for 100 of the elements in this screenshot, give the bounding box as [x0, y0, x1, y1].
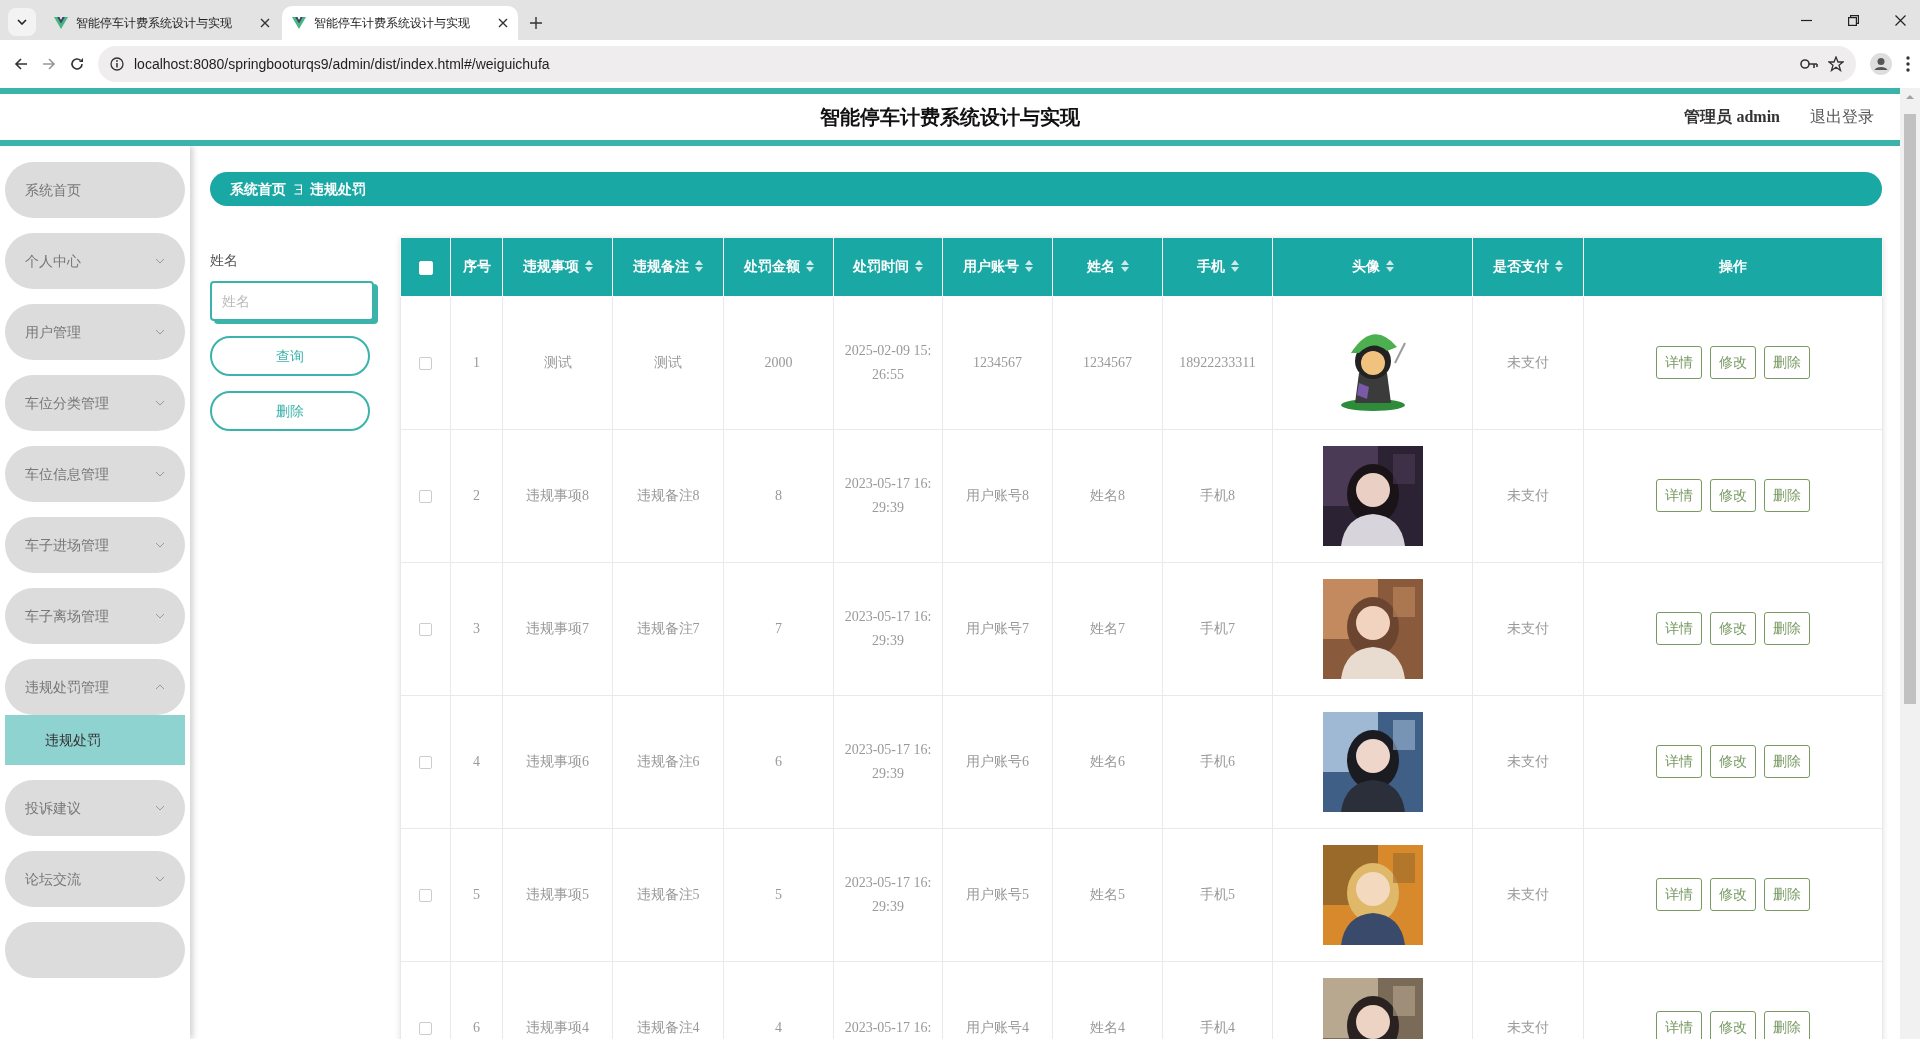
sidebar-item[interactable]: 投诉建议 — [5, 780, 185, 836]
sidebar-item[interactable]: 用户管理 — [5, 304, 185, 360]
info-icon[interactable] — [110, 57, 124, 71]
column-header[interactable]: 头像 — [1272, 238, 1473, 296]
action-button[interactable]: 删除 — [1764, 478, 1810, 513]
table-cell: 手机6 — [1162, 695, 1273, 828]
action-button[interactable]: 删除 — [1764, 1010, 1810, 1039]
sidebar-item[interactable]: 车位信息管理 — [5, 446, 185, 502]
select-all-checkbox[interactable] — [418, 260, 433, 275]
forward-icon[interactable] — [42, 57, 56, 71]
action-button[interactable]: 修改 — [1710, 1010, 1756, 1039]
sidebar-item[interactable]: 车子离场管理 — [5, 588, 185, 644]
sort-icon[interactable] — [1120, 260, 1129, 273]
payment-status: 未支付 — [1472, 429, 1584, 562]
address-bar[interactable]: localhost:8080/springbooturqs9/admin/dist/index.html#/weiguichufa — [98, 46, 1856, 82]
action-button[interactable]: 详情 — [1656, 611, 1702, 646]
payment-status: 未支付 — [1472, 695, 1584, 828]
star-icon[interactable] — [1828, 56, 1844, 72]
table-cell: 2023-05-17 16:29:39 — [833, 828, 943, 961]
sort-icon[interactable] — [1024, 260, 1033, 273]
column-header: 操作 — [1583, 238, 1883, 296]
sort-icon[interactable] — [915, 260, 923, 273]
back-icon[interactable] — [14, 57, 28, 71]
sort-icon[interactable] — [1555, 260, 1563, 273]
action-button[interactable]: 删除 — [1764, 877, 1810, 912]
row-checkbox[interactable] — [419, 888, 432, 902]
table-cell: 7 — [723, 562, 834, 695]
action-button[interactable]: 详情 — [1656, 345, 1702, 380]
column-header[interactable]: 处罚金额 — [723, 238, 834, 296]
action-button[interactable]: 删除 — [210, 391, 370, 431]
column-header[interactable]: 是否支付 — [1472, 238, 1584, 296]
sort-icon[interactable] — [695, 260, 703, 273]
row-checkbox[interactable] — [419, 489, 432, 503]
sidebar-item[interactable]: 车子进场管理 — [5, 517, 185, 573]
column-header[interactable]: 用户账号 — [942, 238, 1053, 296]
row-checkbox[interactable] — [419, 1021, 432, 1035]
browser-tab[interactable]: 智能停车计费系统设计与实现 — [44, 6, 280, 40]
table-cell: 用户账号7 — [942, 562, 1053, 695]
action-button[interactable]: 删除 — [1764, 611, 1810, 646]
table-cell: 违规备注6 — [612, 695, 724, 828]
action-button[interactable]: 详情 — [1656, 1010, 1702, 1039]
action-button[interactable]: 查询 — [210, 336, 370, 376]
action-button[interactable]: 修改 — [1710, 345, 1756, 380]
column-header[interactable]: 违规备注 — [612, 238, 724, 296]
action-button[interactable]: 修改 — [1710, 877, 1756, 912]
table-cell: 3 — [450, 562, 503, 695]
breadcrumb-item[interactable]: 系统首页 — [230, 178, 286, 200]
scroll-up-icon[interactable] — [1905, 94, 1915, 100]
logo-icon — [54, 17, 68, 29]
action-button[interactable]: 删除 — [1764, 744, 1810, 779]
close-icon[interactable] — [1895, 14, 1906, 26]
table-cell: 测试 — [612, 296, 724, 429]
table-cell: 5 — [450, 828, 503, 961]
column-header[interactable]: 手机 — [1162, 238, 1273, 296]
payment-status: 未支付 — [1472, 562, 1584, 695]
breadcrumb-item[interactable]: 违规处罚 — [310, 178, 366, 200]
action-button[interactable]: 修改 — [1710, 478, 1756, 513]
column-header[interactable]: 姓名 — [1052, 238, 1163, 296]
row-checkbox[interactable] — [419, 755, 432, 769]
sidebar-item[interactable]: 违规处罚管理 — [5, 659, 185, 715]
action-button[interactable]: 详情 — [1656, 877, 1702, 912]
profile-icon[interactable] — [1870, 53, 1892, 75]
action-button[interactable]: 修改 — [1710, 744, 1756, 779]
sidebar-subitem[interactable]: 违规处罚 — [5, 715, 185, 765]
action-button[interactable]: 详情 — [1656, 744, 1702, 779]
sidebar-item[interactable]: 个人中心 — [5, 233, 185, 289]
row-checkbox[interactable] — [419, 622, 432, 636]
action-button[interactable]: 删除 — [1764, 345, 1810, 380]
key-icon[interactable] — [1800, 58, 1818, 70]
sidebar-item[interactable]: 论坛交流 — [5, 851, 185, 907]
row-checkbox[interactable] — [419, 356, 432, 370]
new-tab-icon[interactable] — [530, 17, 542, 29]
sort-icon[interactable] — [1230, 260, 1239, 273]
restore-icon[interactable] — [1848, 14, 1859, 26]
reload-icon[interactable] — [70, 57, 84, 71]
table-cell: 违规事项5 — [502, 828, 613, 961]
sidebar-item[interactable]: 系统首页 — [5, 162, 185, 218]
scrollbar[interactable] — [1900, 88, 1920, 1039]
action-button[interactable]: 详情 — [1656, 478, 1702, 513]
close-icon[interactable] — [498, 18, 508, 28]
table-cell: 5 — [723, 828, 834, 961]
action-button[interactable]: 修改 — [1710, 611, 1756, 646]
payment-status: 未支付 — [1472, 296, 1584, 429]
table-cell: 6 — [723, 695, 834, 828]
tab-list-button[interactable] — [8, 8, 36, 36]
column-header[interactable]: 违规事项 — [502, 238, 613, 296]
search-field[interactable]: 姓名 — [210, 281, 374, 321]
sort-icon[interactable] — [1385, 260, 1394, 273]
column-header: 序号 — [450, 238, 503, 296]
logout-link[interactable]: 退出登录 — [1810, 105, 1874, 129]
sidebar-item[interactable]: 车位分类管理 — [5, 375, 185, 431]
sort-icon[interactable] — [805, 260, 814, 273]
menu-icon[interactable] — [1906, 56, 1910, 72]
column-header[interactable]: 处罚时间 — [833, 238, 943, 296]
table-cell: 2023-05-17 16:29:39 — [833, 562, 943, 695]
sort-icon[interactable] — [584, 260, 593, 273]
browser-tab[interactable]: 智能停车计费系统设计与实现 — [282, 6, 518, 40]
close-icon[interactable] — [260, 18, 270, 28]
table-cell: 违规事项6 — [502, 695, 613, 828]
table-cell: 测试 — [502, 296, 613, 429]
